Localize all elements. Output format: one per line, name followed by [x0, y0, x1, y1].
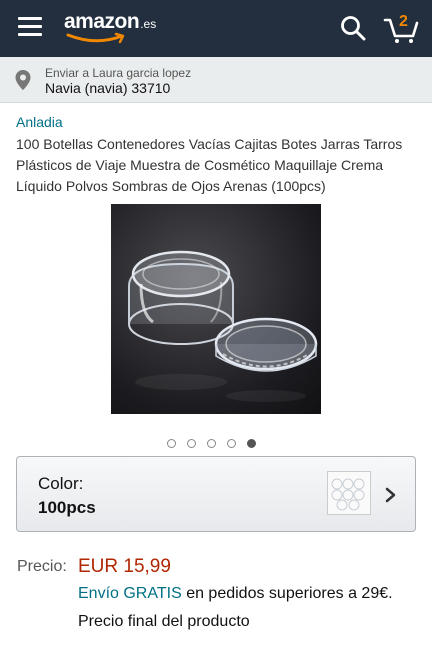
carousel-dot[interactable] — [187, 439, 196, 448]
carousel-dot[interactable] — [227, 439, 236, 448]
deliver-to-label: Enviar a Laura garcia lopez — [45, 66, 192, 80]
image-carousel-indicator[interactable] — [167, 433, 267, 448]
menu-icon[interactable] — [18, 17, 42, 37]
free-shipping-link[interactable]: Envío GRATIS — [78, 585, 182, 602]
carousel-dot[interactable] — [167, 439, 176, 448]
top-navigation-bar: amazon.es 2 — [0, 0, 432, 57]
cosmetic-jars-illustration — [128, 250, 318, 402]
final-price-note: Precio final del producto — [78, 613, 250, 630]
logo-smile-icon — [66, 32, 125, 44]
variant-thumbnail — [327, 471, 371, 515]
deliver-address: Navia (navia) 33710 — [45, 80, 171, 96]
logo-tld: .es — [140, 17, 157, 31]
amazon-logo[interactable]: amazon.es — [64, 10, 157, 44]
product-image[interactable] — [111, 204, 321, 414]
delivery-location-bar[interactable]: Enviar a Laura garcia lopez Navia (navia… — [0, 57, 432, 103]
shipping-info: Envío GRATIS en pedidos superiores a 29€… — [78, 585, 393, 603]
carousel-dot[interactable] — [207, 439, 216, 448]
color-variant-selector[interactable]: Color: 100pcs — [16, 456, 416, 532]
brand-link[interactable]: Anladia — [16, 114, 63, 130]
product-title: 100 Botellas Contenedores Vacías Cajitas… — [16, 136, 403, 194]
chevron-right-icon — [385, 487, 396, 503]
cart-button[interactable]: 2 — [383, 12, 419, 44]
cart-count-badge: 2 — [399, 13, 408, 30]
location-pin-icon — [15, 70, 31, 90]
carousel-dot-active[interactable] — [247, 439, 256, 448]
shipping-condition: en pedidos superiores a 29€. — [186, 585, 393, 602]
search-icon[interactable] — [340, 15, 366, 41]
color-label: Color: — [38, 474, 84, 493]
price-value: EUR 15,99 — [78, 556, 171, 577]
logo-text: amazon — [64, 10, 140, 33]
color-value: 100pcs — [38, 498, 96, 517]
price-label: Precio: — [17, 558, 67, 575]
